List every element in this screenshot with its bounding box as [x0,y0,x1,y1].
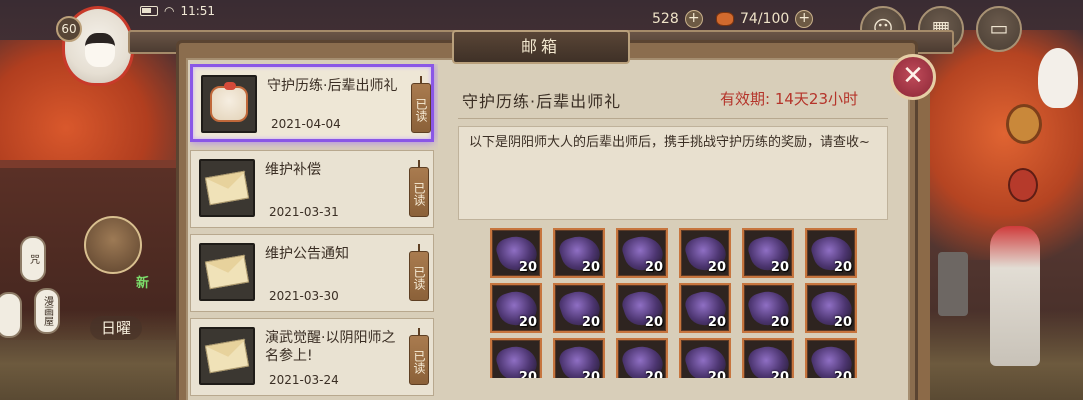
mail-expiry: 有效期: 14天23小时 [720,90,858,108]
add-stamina-button[interactable]: + [795,10,814,28]
reward-count: 20 [707,370,726,378]
reward-item-slot[interactable]: 20 [490,228,542,278]
reward-count: 20 [518,260,537,275]
side-event-button[interactable] [84,216,142,274]
stone-lantern [938,252,968,316]
dialog-right-edge [918,60,930,400]
mail-thumbnail [201,75,257,133]
close-button[interactable]: ✕ [890,54,936,100]
mail-item-title: 维护补偿 [265,162,321,178]
mail-item-date: 2021-03-31 [269,205,339,219]
battery-icon [140,6,158,16]
wifi-icon: ◠ [164,4,175,18]
reward-count: 20 [707,315,726,330]
shikigami-character [990,226,1040,366]
reward-count: 20 [581,260,600,275]
lantern: 漫画屋 [34,288,60,334]
reward-item-slot[interactable]: 20 [679,283,731,333]
reward-item-slot[interactable]: 20 [805,283,857,333]
reward-item-slot[interactable]: 20 [553,228,605,278]
player-level-badge: 60 [56,16,82,42]
mail-thumbnail [199,327,255,385]
stamina-counter: 74/100 + [716,8,814,30]
reward-item-slot[interactable]: 20 [742,283,794,333]
mail-thumbnail [199,243,255,301]
mail-item[interactable]: 维护补偿 2021-03-31 已读 [190,150,434,228]
reward-count: 20 [770,260,789,275]
reward-item-slot[interactable]: 20 [616,283,668,333]
mail-item-date: 2021-04-04 [271,117,341,131]
reward-count: 20 [518,315,537,330]
reward-count: 20 [770,370,789,378]
mail-list[interactable]: 守护历练·后辈出师礼 2021-04-04 已读 维护补偿 2021-03-31… [190,64,438,400]
envelope-icon [204,254,250,290]
mail-item[interactable]: 维护公告通知 2021-03-30 已读 [190,234,434,312]
coins-counter: 528 + [652,8,703,30]
mail-item[interactable]: 演武觉醒·以阴阳师之名参上! 2021-03-24 已读 [190,318,434,396]
read-status-tag: 已读 [409,160,429,217]
add-coins-button[interactable]: + [684,10,703,28]
reward-count: 20 [770,315,789,330]
reward-item-slot[interactable]: 20 [679,228,731,278]
reward-item-slot[interactable]: 20 [805,228,857,278]
reward-item-slot[interactable]: 20 [616,338,668,378]
close-icon: ✕ [902,61,924,91]
reward-count: 20 [707,260,726,275]
reward-item-slot[interactable]: 20 [616,228,668,278]
reward-count: 20 [644,260,663,275]
reward-count: 20 [581,370,600,378]
mail-thumbnail [199,159,255,217]
reward-grid: 20 20 20 20 20 20 20 20 20 20 20 20 20 20 20 20 20 20 [490,228,860,378]
chat-icon: ▭ [989,16,1009,40]
reward-item-slot[interactable]: 20 [742,338,794,378]
reward-count: 20 [581,315,600,330]
reward-item-slot[interactable]: 20 [553,338,605,378]
reward-item-slot[interactable]: 20 [742,228,794,278]
read-status-tag: 已读 [411,76,431,133]
reward-item-slot[interactable]: 20 [490,338,542,378]
lantern: 咒 [20,236,46,282]
fox-spirit-icon [1038,48,1078,108]
sunday-sign: 日曜 [90,316,142,340]
reward-item-slot[interactable]: 20 [490,283,542,333]
coins-value: 528 [652,11,679,27]
reward-count: 20 [518,370,537,378]
envelope-icon [204,338,250,374]
chat-button[interactable]: ▭ [976,6,1022,52]
mail-item[interactable]: 守护历练·后辈出师礼 2021-04-04 已读 [190,64,434,142]
mail-item-date: 2021-03-24 [269,373,339,387]
oni-mask-icon [1008,168,1038,202]
envelope-icon [204,170,250,206]
clock: 11:51 [180,4,216,18]
reward-count: 20 [833,260,852,275]
mail-detail-title: 守护历练·后辈出师礼 [462,92,622,111]
reward-count: 20 [833,315,852,330]
stamina-value: 74/100 [740,11,790,27]
new-badge: 新 [136,276,150,291]
status-bar: ◠ 11:51 [140,2,215,20]
divider [458,118,888,119]
reward-count: 20 [644,315,663,330]
mail-item-title: 维护公告通知 [265,246,349,262]
mail-detail-body: 以下是阴阳师大人的后辈出师后，携手挑战守护历练的奖励，请查收~ [458,126,888,220]
mail-item-title: 演武觉醒·以阴阳师之名参上! [265,330,396,364]
reward-item-slot[interactable]: 20 [805,338,857,378]
stamina-icon [716,12,734,26]
dialog-title: 邮箱 [452,30,630,64]
avatar-face [85,33,115,67]
gift-icon [210,82,248,122]
mail-item-title: 守护历练·后辈出师礼 [267,78,398,94]
reward-count: 20 [833,370,852,378]
fox-mask-icon [1006,104,1042,144]
mail-item-date: 2021-03-30 [269,289,339,303]
reward-count: 20 [644,370,663,378]
reward-item-slot[interactable]: 20 [679,338,731,378]
lantern [0,292,22,338]
reward-item-slot[interactable]: 20 [553,283,605,333]
read-status-tag: 已读 [409,328,429,385]
read-status-tag: 已读 [409,244,429,301]
